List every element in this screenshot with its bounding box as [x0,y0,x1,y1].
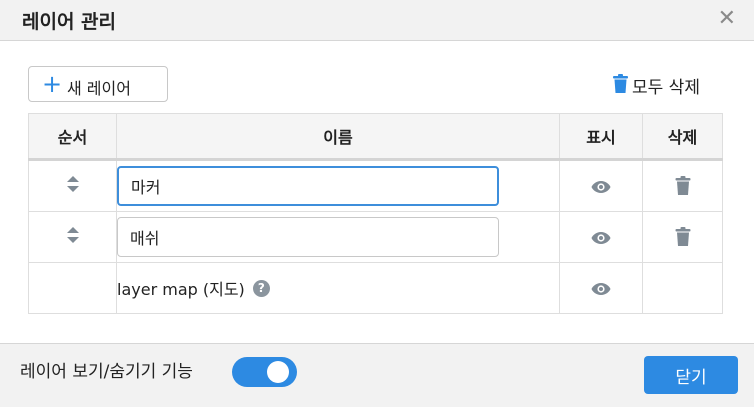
dialog-footer: 레이어 보기/숨기기 기능 닫기 [0,343,754,407]
trash-icon[interactable] [675,176,691,196]
question-circle-icon[interactable]: ? [252,279,270,297]
layer-name-label: layer map (지도) [117,280,245,299]
layer-table: 순서 이름 표시 삭제 마커 매쉬 layer map (지도) ? [28,113,723,314]
dialog-title: 레이어 관리 [22,11,117,33]
visible-cell [559,159,643,212]
close-button[interactable]: 닫기 [644,356,738,394]
delete-cell [642,211,723,263]
name-cell [116,211,560,263]
new-layer-label: 새 레이어 [67,79,131,98]
layer-name-input[interactable] [117,217,499,257]
order-cell [28,262,117,314]
new-layer-button[interactable]: + 새 레이어 [28,66,168,102]
table-header-row: 순서 이름 표시 삭제 [28,113,723,161]
move-down-icon[interactable] [66,186,79,192]
dialog-body: + 새 레이어 모두 삭제 순서 이름 표시 삭제 마커 매쉬 layer ma… [0,41,754,343]
column-header-delete: 삭제 [642,113,723,161]
column-header-name: 이름 [116,113,560,161]
delete-all-label: 모두 삭제 [632,78,700,98]
layer-name-input[interactable] [117,166,499,206]
plus-icon: + [42,70,63,98]
close-icon[interactable]: ✕ [718,6,736,31]
toggle-label: 레이어 보기/숨기기 기능 [20,362,193,382]
eye-icon[interactable] [591,282,611,296]
delete-cell [642,262,723,314]
layer-management-dialog: 레이어 관리 ✕ + 새 레이어 모두 삭제 순서 이름 표시 삭제 마커 매쉬… [0,0,754,407]
column-header-order: 순서 [28,113,117,161]
table-row [28,159,723,212]
delete-cell [642,159,723,212]
layer-visibility-toggle[interactable] [232,357,297,387]
visible-cell [559,211,643,263]
order-cell [28,159,117,212]
name-cell: layer map (지도) ? [116,262,560,314]
table-row [28,211,723,263]
dialog-titlebar: 레이어 관리 ✕ [0,0,754,41]
trash-icon[interactable] [675,227,691,247]
eye-icon[interactable] [591,180,611,194]
table-row: layer map (지도) ? [28,262,723,314]
visible-cell [559,262,643,314]
order-cell [28,211,117,263]
name-cell [116,159,560,212]
trash-icon [613,74,628,93]
toggle-knob [267,361,289,383]
column-header-visible: 표시 [559,113,643,161]
move-down-icon[interactable] [66,237,79,243]
eye-icon[interactable] [591,231,611,245]
move-up-icon[interactable] [66,227,79,233]
move-up-icon[interactable] [66,176,79,182]
